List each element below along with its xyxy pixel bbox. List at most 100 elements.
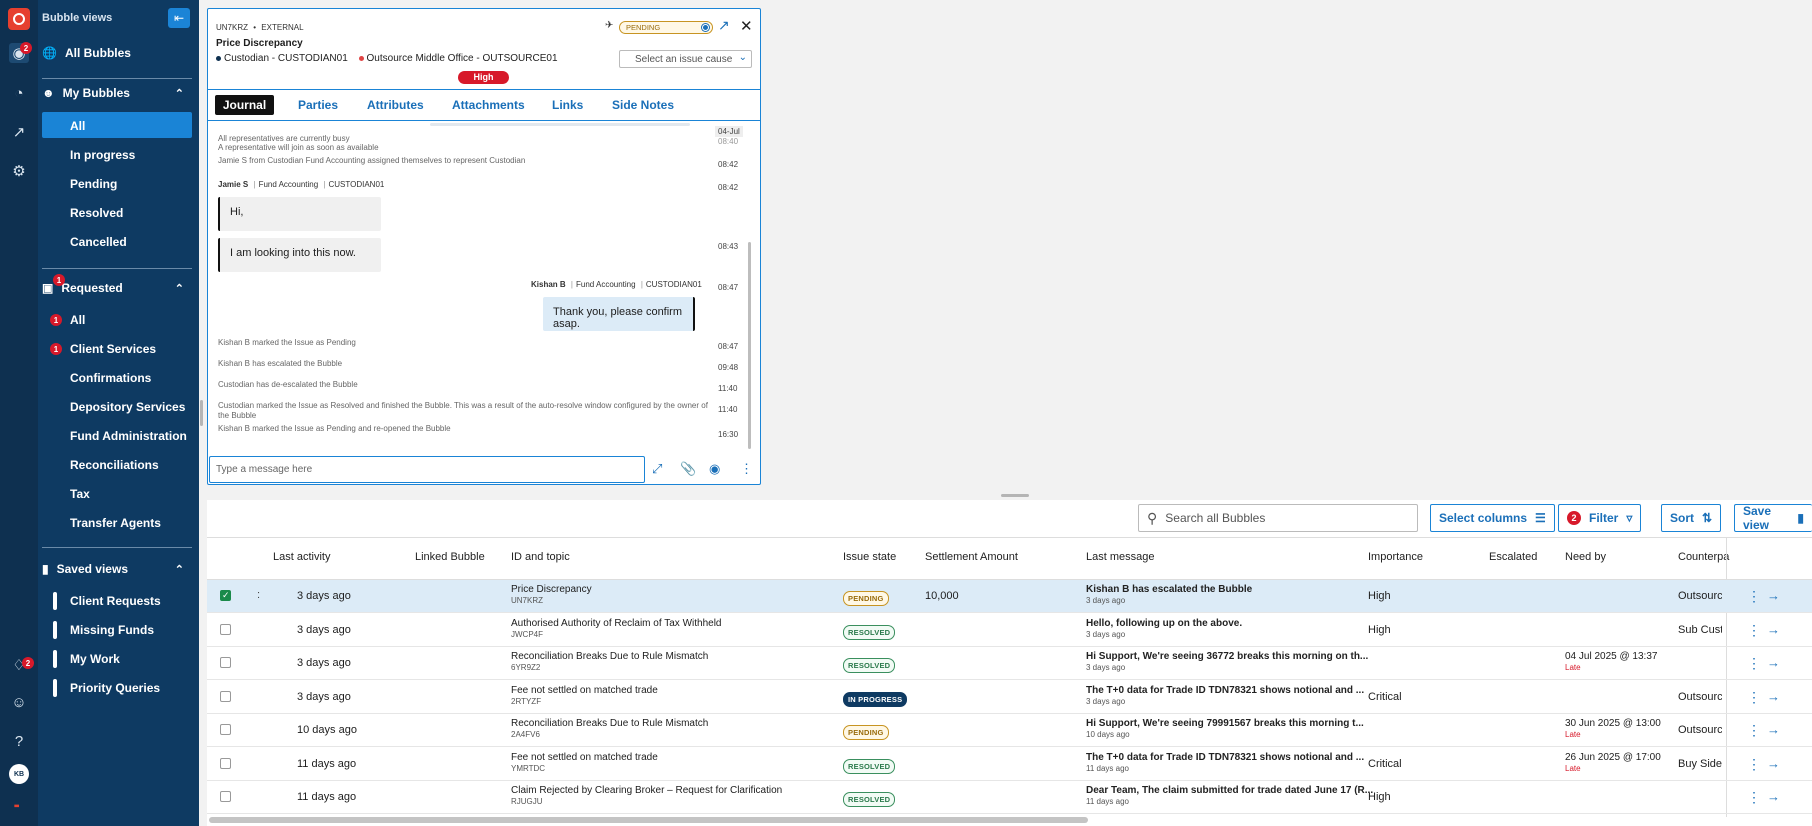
row-open-arrow-icon[interactable]: →: [1767, 588, 1780, 603]
row-checkbox[interactable]: [220, 791, 231, 802]
horizontal-scrollbar[interactable]: [209, 817, 1088, 823]
row-id-topic[interactable]: Fee not settled on matched trade 2RTYZF: [511, 685, 658, 706]
sidebar-item-missing-funds[interactable]: Missing Funds: [70, 623, 154, 637]
sidebar-item-pending[interactable]: Pending: [70, 177, 117, 191]
row-checkbox[interactable]: [220, 623, 231, 635]
open-external-icon[interactable]: ↗: [718, 17, 730, 34]
column-header-need-by[interactable]: Need by: [1565, 551, 1606, 563]
row-more-icon[interactable]: ⋮: [1747, 689, 1761, 706]
collapse-sidebar-button[interactable]: ⇤: [168, 8, 190, 28]
sidebar-item-tax[interactable]: Tax: [70, 487, 90, 501]
row-open-arrow-icon[interactable]: →: [1767, 655, 1780, 670]
row-open-arrow-icon[interactable]: →: [1767, 789, 1780, 804]
row-id-topic[interactable]: Reconciliation Breaks Due to Rule Mismat…: [511, 651, 708, 672]
more-vertical-icon[interactable]: ⋮: [740, 461, 753, 477]
app-logo[interactable]: [8, 8, 30, 30]
table-row[interactable]: 3 days ago Reconciliation Breaks Due to R…: [207, 647, 1812, 680]
tab-attributes[interactable]: Attributes: [367, 98, 424, 112]
row-more-icon[interactable]: ⋮: [1747, 622, 1761, 639]
table-row[interactable]: 11 days ago Claim Rejected by Clearing Br…: [207, 781, 1812, 814]
row-more-icon[interactable]: ⋮: [1747, 722, 1761, 739]
row-more-icon[interactable]: ⋮: [1747, 655, 1761, 672]
row-checkbox[interactable]: ✓: [220, 590, 231, 601]
sidebar-item-requested-all[interactable]: All: [70, 313, 85, 327]
row-id-topic[interactable]: Price Discrepancy UN7KRZ: [511, 584, 592, 605]
table-row[interactable]: 10 days ago Reconciliation Breaks Due to …: [207, 714, 1812, 747]
search-input[interactable]: ⚲ Search all Bubbles: [1138, 504, 1418, 532]
sidebar-resize-handle[interactable]: [200, 400, 203, 426]
settings-icon[interactable]: ⚙: [9, 161, 29, 181]
column-header-last-message[interactable]: Last message: [1086, 551, 1154, 563]
mention-icon[interactable]: ◉: [709, 461, 720, 477]
expand-icon[interactable]: ⤢: [652, 461, 662, 477]
chevron-up-icon[interactable]: ⌃: [175, 563, 184, 576]
row-id-topic[interactable]: Reconciliation Breaks Due to Rule Mismat…: [511, 718, 708, 739]
sidebar-item-reconciliations[interactable]: Reconciliations: [70, 458, 159, 472]
sidebar-item-in-progress[interactable]: In progress: [70, 148, 135, 162]
row-open-arrow-icon[interactable]: →: [1767, 722, 1780, 737]
sidebar-item-cancelled[interactable]: Cancelled: [70, 235, 127, 249]
sort-button[interactable]: Sort ⇅: [1661, 504, 1722, 532]
journal-scrollbar[interactable]: [748, 242, 751, 449]
close-icon[interactable]: ✕: [740, 17, 753, 35]
row-checkbox[interactable]: [220, 657, 231, 668]
table-row[interactable]: 3 days ago Fee not settled on matched tra…: [207, 681, 1812, 714]
row-open-arrow-icon[interactable]: →: [1767, 756, 1780, 771]
sidebar-item-all-bubbles[interactable]: 🌐 All Bubbles: [42, 46, 131, 60]
sidebar-item-transfer-agents[interactable]: Transfer Agents: [70, 516, 161, 530]
row-open-arrow-icon[interactable]: →: [1767, 622, 1780, 637]
sidebar-item-fund-administration[interactable]: Fund Administration: [70, 429, 187, 443]
column-header-settlement[interactable]: Settlement Amount: [925, 551, 1018, 563]
status-pill[interactable]: PENDING: [619, 21, 713, 34]
sidebar-item-my-work[interactable]: My Work: [70, 652, 120, 666]
sidebar-item-confirmations[interactable]: Confirmations: [70, 371, 151, 385]
sidebar-item-client-services[interactable]: Client Services: [70, 342, 156, 356]
table-row[interactable]: 11 days ago Fee not settled on matched tr…: [207, 748, 1812, 781]
row-checkbox[interactable]: [220, 757, 231, 769]
user-avatar[interactable]: KB: [9, 764, 29, 784]
row-id-topic[interactable]: Claim Rejected by Clearing Broker – Requ…: [511, 785, 782, 806]
column-header-last-activity[interactable]: Last activity: [273, 551, 330, 563]
row-checkbox[interactable]: [220, 690, 231, 702]
select-columns-button[interactable]: Select columns ☰: [1430, 504, 1555, 532]
chevron-up-icon[interactable]: ⌃: [175, 282, 184, 295]
requested-header[interactable]: ▣ Requested ⌃: [42, 281, 196, 295]
sidebar-item-depository-services[interactable]: Depository Services: [70, 400, 185, 414]
row-drag-handle[interactable]: :: [257, 589, 260, 601]
filter-button[interactable]: 2 Filter ▿: [1558, 504, 1642, 532]
tab-side-notes[interactable]: Side Notes: [612, 98, 674, 112]
column-header-importance[interactable]: Importance: [1368, 551, 1423, 563]
tab-journal[interactable]: Journal: [215, 95, 274, 115]
column-header-counterparty[interactable]: Counterpa: [1678, 551, 1729, 563]
row-more-icon[interactable]: ⋮: [1747, 789, 1761, 806]
row-id-topic[interactable]: Authorised Authority of Reclaim of Tax W…: [511, 618, 721, 639]
row-id-topic[interactable]: Fee not settled on matched trade YMRTDC: [511, 752, 658, 773]
tab-links[interactable]: Links: [552, 98, 583, 112]
column-header-issue-state[interactable]: Issue state: [843, 551, 896, 563]
my-bubbles-header[interactable]: ☻ My Bubbles ⌃: [42, 86, 196, 100]
analytics-icon[interactable]: ↗: [9, 122, 29, 142]
row-more-icon[interactable]: ⋮: [1747, 756, 1761, 773]
row-checkbox[interactable]: [220, 724, 231, 735]
save-view-button[interactable]: Save view ▮: [1734, 504, 1812, 532]
people-icon[interactable]: ☺: [9, 692, 29, 712]
column-header-id-topic[interactable]: ID and topic: [511, 551, 570, 563]
row-more-icon[interactable]: ⋮: [1747, 588, 1761, 605]
attach-icon[interactable]: 📎: [680, 461, 696, 477]
issue-cause-select[interactable]: Select an issue cause ⌄: [619, 50, 752, 68]
row-open-arrow-icon[interactable]: →: [1767, 689, 1780, 704]
resize-handle[interactable]: [1001, 494, 1029, 497]
tab-parties[interactable]: Parties: [298, 98, 338, 112]
tab-attachments[interactable]: Attachments: [452, 98, 525, 112]
sidebar-item-priority-queries[interactable]: Priority Queries: [70, 681, 160, 695]
sidebar-item-my-all[interactable]: All: [70, 119, 85, 133]
column-header-linked-bubble[interactable]: Linked Bubble: [415, 551, 485, 563]
sidebar-item-client-requests[interactable]: Client Requests: [70, 594, 161, 608]
table-row[interactable]: 3 days ago Authorised Authority of Reclai…: [207, 614, 1812, 647]
column-header-escalated[interactable]: Escalated: [1489, 551, 1537, 563]
table-row[interactable]: ✓: 3 days ago Price Discrepancy UN7KRZ PENDI…: [207, 580, 1812, 613]
saved-views-header[interactable]: ▮ Saved views ⌃: [42, 562, 196, 576]
help-icon[interactable]: ?: [9, 731, 29, 751]
chevron-up-icon[interactable]: ⌃: [175, 87, 184, 100]
sidebar-item-resolved[interactable]: Resolved: [70, 206, 123, 220]
